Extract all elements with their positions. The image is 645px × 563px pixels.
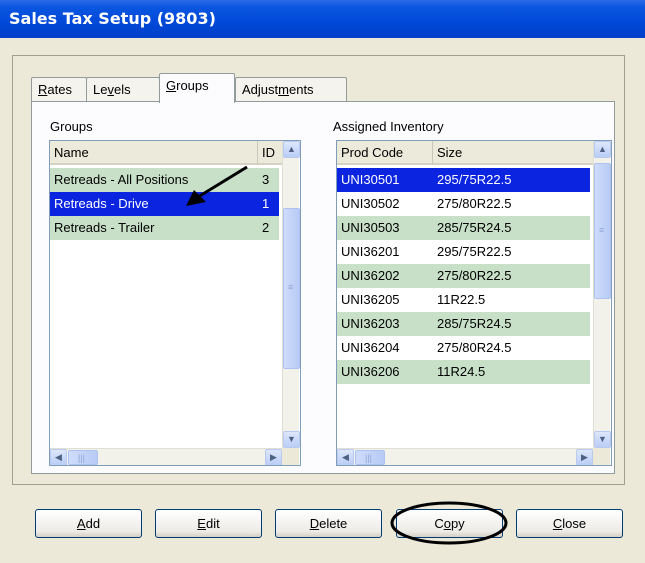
inventory-size: 275/80R22.5: [437, 268, 512, 283]
inventory-header-size[interactable]: Size: [433, 141, 594, 165]
inventory-vscroll-thumb[interactable]: ≡: [594, 163, 611, 299]
inventory-size: 295/75R22.5: [437, 172, 512, 187]
left-arrow-icon[interactable]: ◀: [50, 449, 67, 465]
tab-groups[interactable]: Groups: [159, 73, 235, 103]
inventory-size: 11R22.5: [437, 292, 486, 307]
tab-adjustments[interactable]: Adjustments: [235, 77, 347, 101]
groups-header-name[interactable]: Name: [50, 141, 258, 165]
inventory-hscroll-thumb[interactable]: |||: [355, 450, 385, 465]
inventory-row[interactable]: UNI36206 11R24.5: [337, 360, 590, 384]
tab-rates-text-rest: ates: [47, 82, 72, 97]
inventory-prod-code: UNI36206: [341, 364, 400, 379]
add-button-mnemonic: A: [76, 516, 86, 531]
assigned-inventory-label: Assigned Inventory: [333, 119, 444, 134]
inventory-size: 275/80R22.5: [437, 196, 512, 211]
tab-levels-text: Le: [93, 82, 108, 97]
left-arrow-icon[interactable]: ◀: [337, 449, 354, 465]
grip-icon: |||: [78, 453, 86, 463]
inventory-prod-code: UNI30501: [341, 172, 400, 187]
groups-list[interactable]: Name ID Retreads - All Positions 3 Retre…: [49, 140, 301, 466]
assigned-inventory-list[interactable]: Prod Code Size UNI30501 295/75R22.5 UNI305…: [336, 140, 612, 466]
inventory-vertical-scrollbar[interactable]: ▲ ≡ ▼: [593, 141, 611, 448]
delete-button-text-rest: elete: [319, 516, 348, 531]
inventory-row[interactable]: UNI36203 285/75R24.5: [337, 312, 590, 336]
close-button-text-rest: lose: [562, 516, 587, 531]
inventory-header-prod-code[interactable]: Prod Code: [337, 141, 433, 165]
inventory-row[interactable]: UNI30502 275/80R22.5: [337, 192, 590, 216]
inventory-size: 285/75R24.5: [437, 220, 512, 235]
close-button-mnemonic: C: [552, 516, 563, 531]
inventory-row[interactable]: UNI36205 11R22.5: [337, 288, 590, 312]
scroll-corner: [593, 448, 610, 465]
tab-rates-mnemonic: R: [38, 82, 48, 97]
tab-groups-mnemonic: G: [166, 78, 177, 93]
right-arrow-icon[interactable]: ▶: [265, 449, 282, 465]
pointer-arrow-icon: [186, 165, 248, 206]
tab-adjustments-text-rest: ents: [288, 82, 314, 97]
delete-button[interactable]: Delete: [275, 509, 382, 538]
tab-rates[interactable]: Rates: [31, 77, 87, 101]
tab-adjustments-mnemonic: m: [278, 82, 289, 97]
groups-header-id[interactable]: ID: [258, 141, 283, 165]
groups-vertical-scrollbar[interactable]: ▲ ≡ ▼: [282, 141, 300, 448]
grip-icon: ≡: [599, 225, 605, 235]
inventory-prod-code: UNI36201: [341, 244, 400, 259]
inventory-row[interactable]: UNI36204 275/80R24.5: [337, 336, 590, 360]
edit-button-text-rest: dit: [205, 516, 220, 531]
edit-button[interactable]: Edit: [155, 509, 262, 538]
inventory-prod-code: UNI36204: [341, 340, 400, 355]
group-id: 3: [262, 172, 270, 187]
inventory-prod-code: UNI30502: [341, 196, 400, 211]
inventory-prod-code: UNI36202: [341, 268, 400, 283]
down-arrow-icon[interactable]: ▼: [283, 431, 300, 448]
group-row[interactable]: Retreads - Trailer 2: [50, 216, 279, 240]
inventory-row-selected[interactable]: UNI30501 295/75R22.5: [337, 168, 590, 192]
highlight-ellipse-icon: [390, 501, 508, 545]
inventory-row[interactable]: UNI30503 285/75R24.5: [337, 216, 590, 240]
tab-levels-text-rest: els: [113, 82, 131, 97]
add-button-text-rest: dd: [85, 516, 101, 531]
inventory-horizontal-scrollbar[interactable]: ◀ ||| ▶: [337, 448, 594, 465]
tab-adjustments-text: Adjust: [242, 82, 279, 97]
scroll-corner: [282, 448, 299, 465]
inventory-prod-code: UNI36205: [341, 292, 400, 307]
groups-horizontal-scrollbar[interactable]: ◀ ||| ▶: [50, 448, 283, 465]
inventory-size: 11R24.5: [437, 364, 486, 379]
sales-tax-setup-window: Sales Tax Setup (9803) Rates Levels Grou…: [0, 0, 645, 563]
groups-vscroll-thumb[interactable]: ≡: [283, 208, 300, 369]
inventory-size: 295/75R22.5: [437, 244, 512, 259]
inventory-row[interactable]: UNI36201 295/75R22.5: [337, 240, 590, 264]
right-arrow-icon[interactable]: ▶: [576, 449, 593, 465]
window-title: Sales Tax Setup (9803): [0, 0, 645, 38]
add-button[interactable]: Add: [35, 509, 142, 538]
inventory-size: 275/80R24.5: [437, 340, 512, 355]
close-button[interactable]: Close: [516, 509, 623, 538]
inventory-row[interactable]: UNI36202 275/80R22.5: [337, 264, 590, 288]
inventory-prod-code: UNI30503: [341, 220, 400, 235]
group-id: 2: [262, 220, 270, 235]
group-name: Retreads - Trailer: [54, 220, 155, 235]
inventory-prod-code: UNI36203: [341, 316, 400, 331]
delete-button-mnemonic: D: [309, 516, 320, 531]
tab-levels[interactable]: Levels: [86, 77, 160, 101]
groups-hscroll-thumb[interactable]: |||: [68, 450, 98, 465]
up-arrow-icon[interactable]: ▲: [283, 141, 300, 158]
inventory-size: 285/75R24.5: [437, 316, 512, 331]
groups-label: Groups: [50, 119, 93, 134]
edit-button-mnemonic: E: [197, 516, 206, 531]
tab-groups-text-rest: roups: [176, 78, 209, 93]
group-id: 1: [262, 196, 270, 211]
grip-icon: |||: [365, 453, 373, 463]
up-arrow-icon[interactable]: ▲: [594, 141, 611, 158]
down-arrow-icon[interactable]: ▼: [594, 431, 611, 448]
grip-icon: ≡: [288, 282, 294, 292]
